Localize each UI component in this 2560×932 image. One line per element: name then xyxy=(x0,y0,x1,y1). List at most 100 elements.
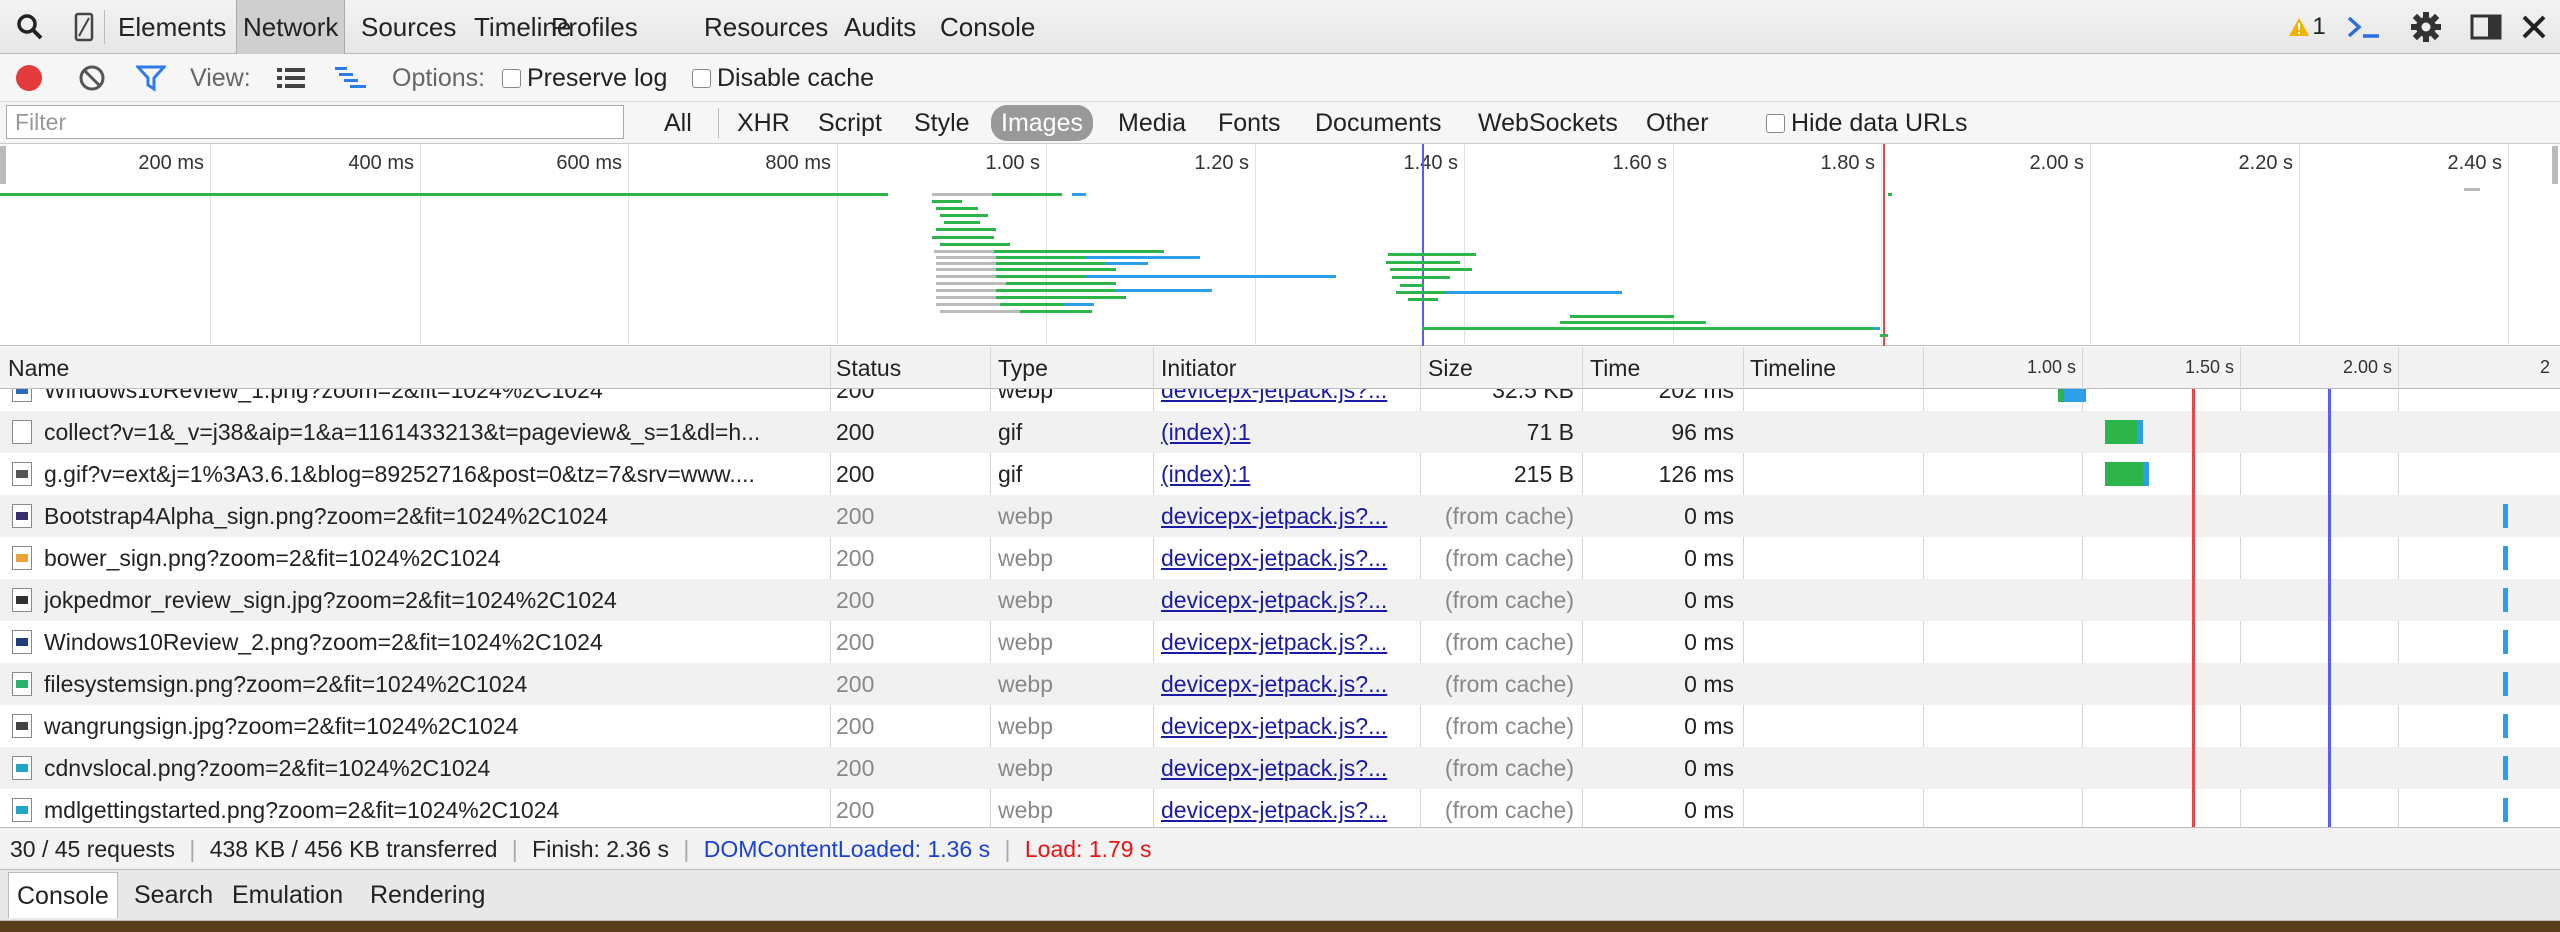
table-row[interactable]: g.gif?v=ext&j=1%3A3.6.1&blog=89252716&po… xyxy=(0,453,2560,495)
request-initiator-link[interactable]: devicepx-jetpack.js?... xyxy=(1161,663,1411,705)
overview-tick: 400 ms xyxy=(348,152,414,174)
tab-elements[interactable]: Elements xyxy=(114,0,230,54)
overview-request-bar xyxy=(1422,327,1874,330)
table-row[interactable]: bower_sign.png?zoom=2&fit=1024%2C1024 200… xyxy=(0,537,2560,579)
request-initiator-link[interactable]: devicepx-jetpack.js?... xyxy=(1161,537,1411,579)
filter-type-script[interactable]: Script xyxy=(808,102,892,144)
file-type-icon xyxy=(12,672,32,696)
settings-gear-icon[interactable] xyxy=(2406,0,2446,54)
request-time: 126 ms xyxy=(1658,461,1734,487)
table-row[interactable]: Bootstrap4Alpha_sign.png?zoom=2&fit=1024… xyxy=(0,495,2560,537)
filter-type-style[interactable]: Style xyxy=(904,102,980,144)
filter-toggle[interactable] xyxy=(136,54,166,102)
column-timeline[interactable]: Timeline xyxy=(1744,347,1836,389)
filter-type-all[interactable]: All xyxy=(654,102,702,144)
request-size: (from cache) xyxy=(1444,755,1574,781)
overview-load-marker xyxy=(1883,144,1885,346)
overview-request-bar xyxy=(1086,256,1200,259)
drawer-tab-emulation[interactable]: Emulation xyxy=(224,872,351,918)
overview-gridline xyxy=(420,144,421,346)
drawer-tab-search[interactable]: Search xyxy=(126,872,221,918)
request-initiator-link[interactable]: devicepx-jetpack.js?... xyxy=(1161,705,1411,747)
preserve-log-box[interactable] xyxy=(502,68,521,88)
table-row[interactable]: collect?v=1&_v=j38&aip=1&a=1161433213&t=… xyxy=(0,411,2560,453)
overview-gridline xyxy=(2090,144,2091,346)
hide-data-urls-box[interactable] xyxy=(1766,113,1785,133)
request-size: (from cache) xyxy=(1444,545,1574,571)
overview-request-bar xyxy=(932,200,962,203)
inspect-search-icon[interactable] xyxy=(12,0,48,54)
hide-data-urls-checkbox[interactable]: Hide data URLs xyxy=(1756,102,1977,144)
request-status: 200 xyxy=(836,545,875,571)
console-drawer-icon[interactable] xyxy=(2344,0,2384,54)
filter-input[interactable] xyxy=(6,105,624,139)
warning-indicator[interactable]: 1 xyxy=(2282,0,2332,54)
overview-gridline xyxy=(2299,144,2300,346)
requests-table-header: Name Status Type Initiator Size Time Tim… xyxy=(0,347,2560,389)
request-initiator-link[interactable]: (index):1 xyxy=(1161,411,1411,453)
filter-type-xhr[interactable]: XHR xyxy=(727,102,800,144)
column-type[interactable]: Type xyxy=(992,347,1048,389)
network-overview[interactable]: 200 ms 400 ms 600 ms 800 ms 1.00 s 1.20 … xyxy=(0,144,2560,346)
overview-request-bar xyxy=(1446,291,1622,294)
drawer-tab-console[interactable]: Console xyxy=(8,872,118,918)
clear-button[interactable] xyxy=(78,54,106,102)
close-devtools-icon[interactable] xyxy=(2516,0,2552,54)
request-time: 0 ms xyxy=(1684,797,1734,823)
request-initiator-link[interactable]: devicepx-jetpack.js?... xyxy=(1161,789,1411,827)
load-time: Load: 1.79 s xyxy=(1024,836,1152,862)
request-initiator-link[interactable]: devicepx-jetpack.js?... xyxy=(1161,579,1411,621)
overview-toggle[interactable] xyxy=(334,54,368,102)
warning-count: 1 xyxy=(2312,13,2326,40)
disable-cache-checkbox[interactable]: Disable cache xyxy=(692,54,874,102)
record-button[interactable] xyxy=(14,54,44,102)
disable-cache-box[interactable] xyxy=(692,68,711,88)
drawer-tab-rendering[interactable]: Rendering xyxy=(362,872,493,918)
large-rows-toggle[interactable] xyxy=(276,54,306,102)
overview-right-handle[interactable] xyxy=(2552,146,2558,184)
column-time[interactable]: Time xyxy=(1584,347,1640,389)
table-row[interactable]: wangrungsign.jpg?zoom=2&fit=1024%2C1024 2… xyxy=(0,705,2560,747)
table-row[interactable]: Windows10Review_2.png?zoom=2&fit=1024%2C… xyxy=(0,621,2560,663)
request-initiator-link[interactable]: devicepx-jetpack.js?... xyxy=(1161,389,1411,411)
column-name[interactable]: Name xyxy=(2,347,69,389)
request-size: (from cache) xyxy=(1444,587,1574,613)
column-size[interactable]: Size xyxy=(1422,347,1473,389)
dock-side-icon[interactable] xyxy=(2466,0,2506,54)
table-row[interactable]: filesystemsign.png?zoom=2&fit=1024%2C102… xyxy=(0,663,2560,705)
preserve-log-checkbox[interactable]: Preserve log xyxy=(502,54,667,102)
preserve-log-label: Preserve log xyxy=(527,63,668,92)
tab-network[interactable]: Network xyxy=(236,0,346,54)
filter-type-images[interactable]: Images xyxy=(991,105,1093,141)
column-initiator[interactable]: Initiator xyxy=(1155,347,1236,389)
file-type-icon xyxy=(12,462,32,486)
request-name: filesystemsign.png?zoom=2&fit=1024%2C102… xyxy=(44,671,528,697)
device-mode-icon[interactable] xyxy=(70,0,98,54)
filter-type-websockets[interactable]: WebSockets xyxy=(1468,102,1628,144)
overview-request-bar xyxy=(1880,334,1888,337)
table-row[interactable]: jokpedmor_review_sign.jpg?zoom=2&fit=102… xyxy=(0,579,2560,621)
timeline-tick: 1.00 s xyxy=(2026,357,2076,377)
filter-type-documents[interactable]: Documents xyxy=(1305,102,1451,144)
tab-resources[interactable]: Resources xyxy=(700,0,832,54)
filter-type-media[interactable]: Media xyxy=(1108,102,1196,144)
request-initiator-link[interactable]: devicepx-jetpack.js?... xyxy=(1161,747,1411,789)
request-time: 0 ms xyxy=(1684,629,1734,655)
tab-sources[interactable]: Sources xyxy=(357,0,460,54)
filter-type-fonts[interactable]: Fonts xyxy=(1208,102,1291,144)
table-row[interactable]: Windows10Review_1.png?zoom=2&fit=1024%2C… xyxy=(0,389,2560,411)
overview-request-bar xyxy=(1400,284,1424,287)
tab-audits[interactable]: Audits xyxy=(840,0,920,54)
request-initiator-link[interactable]: devicepx-jetpack.js?... xyxy=(1161,495,1411,537)
tab-profiles[interactable]: Profiles xyxy=(547,0,642,54)
table-row[interactable]: cdnvslocal.png?zoom=2&fit=1024%2C1024 200… xyxy=(0,747,2560,789)
column-status[interactable]: Status xyxy=(830,347,901,389)
tab-console[interactable]: Console xyxy=(936,0,1039,54)
request-initiator-link[interactable]: (index):1 xyxy=(1161,453,1411,495)
filter-type-other[interactable]: Other xyxy=(1636,102,1719,144)
request-time: 96 ms xyxy=(1671,419,1734,445)
overview-left-handle[interactable] xyxy=(0,146,6,184)
overview-tick: 2.00 s xyxy=(2029,152,2084,174)
table-row[interactable]: mdlgettingstarted.png?zoom=2&fit=1024%2C… xyxy=(0,789,2560,827)
request-initiator-link[interactable]: devicepx-jetpack.js?... xyxy=(1161,621,1411,663)
